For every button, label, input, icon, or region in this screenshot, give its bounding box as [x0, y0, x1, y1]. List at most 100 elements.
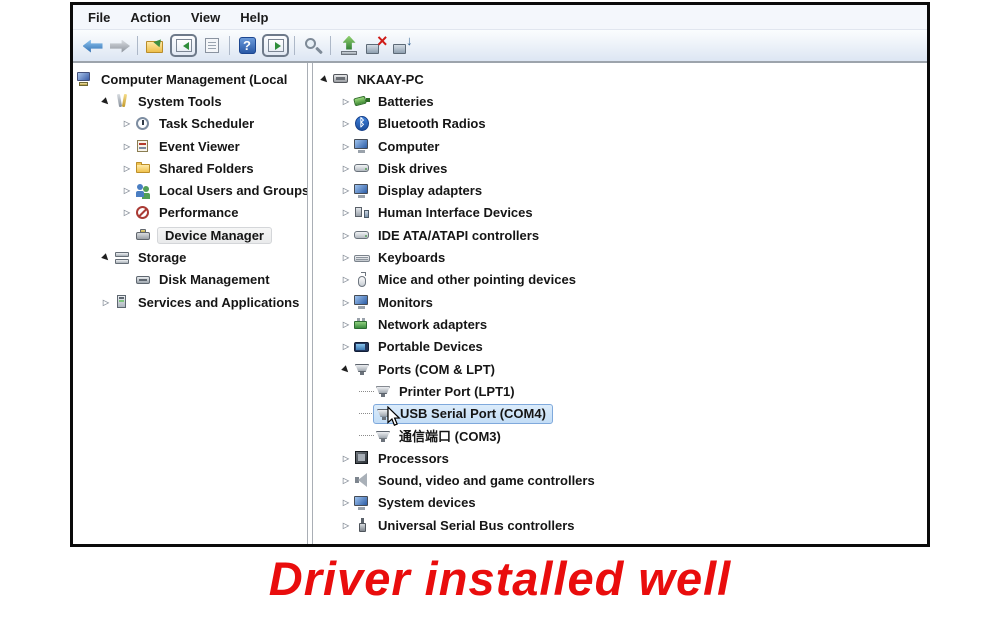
tree-item-computer[interactable]: Computer	[313, 135, 927, 157]
expand-arrow-icon[interactable]	[338, 142, 354, 151]
tree-item-processors[interactable]: Processors	[313, 447, 927, 469]
tree-item-sound-video-and-game-controllers[interactable]: Sound, video and game controllers	[313, 469, 927, 491]
update-driver-button[interactable]	[336, 34, 361, 58]
collapse-arrow-icon[interactable]	[317, 75, 333, 84]
collapse-arrow-icon[interactable]	[98, 97, 114, 106]
expand-arrow-icon[interactable]	[119, 208, 135, 217]
tree-item-disk-management[interactable]: Disk Management	[73, 269, 307, 291]
tree-item-usb-serial-port-com4[interactable]: USB Serial Port (COM4)	[313, 402, 927, 424]
expand-arrow-icon[interactable]	[338, 320, 354, 329]
tree-item-ports-com-lpt[interactable]: Ports (COM & LPT)	[313, 358, 927, 380]
tree-item-human-interface-devices[interactable]: Human Interface Devices	[313, 202, 927, 224]
tree-item-computer-management-local[interactable]: Computer Management (Local	[73, 68, 307, 90]
tree-item-label: Monitors	[378, 294, 433, 310]
expand-arrow-icon[interactable]	[119, 186, 135, 195]
tree-item-shared-folders[interactable]: Shared Folders	[73, 157, 307, 179]
toolbar-separator	[229, 36, 230, 55]
tree-item-label: Services and Applications	[138, 294, 300, 310]
collapse-arrow-icon[interactable]	[98, 253, 114, 262]
expand-arrow-icon[interactable]	[119, 142, 135, 151]
tree-item-ide-ata-atapi-controllers[interactable]: IDE ATA/ATAPI controllers	[313, 224, 927, 246]
expand-arrow-icon[interactable]	[338, 298, 354, 307]
forward-arrow-button[interactable]	[107, 34, 132, 58]
expand-arrow-icon[interactable]	[338, 454, 354, 463]
help-icon	[237, 35, 259, 57]
folder22-icon	[135, 160, 152, 176]
tree-item-label: Ports (COM & LPT)	[378, 361, 495, 377]
tree-item-universal-serial-bus-controllers[interactable]: Universal Serial Bus controllers	[313, 514, 927, 536]
tree-item-label: Portable Devices	[378, 339, 483, 355]
tree-item-label: Computer	[378, 138, 440, 154]
net-icon	[354, 316, 371, 332]
expand-arrow-icon[interactable]	[338, 342, 354, 351]
tree-item-network-adapters[interactable]: Network adapters	[313, 313, 927, 335]
update-driver-icon	[338, 35, 360, 57]
tree-item-system-tools[interactable]: System Tools	[73, 90, 307, 112]
menu-item-file[interactable]: File	[79, 8, 121, 27]
tree-item-batteries[interactable]: Batteries	[313, 90, 927, 112]
tree-item-system-devices[interactable]: System devices	[313, 492, 927, 514]
menu-item-help[interactable]: Help	[231, 8, 279, 27]
toolbar-separator	[294, 36, 295, 55]
expand-arrow-icon[interactable]	[338, 186, 354, 195]
expand-arrow-icon[interactable]	[338, 208, 354, 217]
tree-item-monitors[interactable]: Monitors	[313, 291, 927, 313]
expand-arrow-icon[interactable]	[338, 253, 354, 262]
tree-item-services-and-applications[interactable]: Services and Applications	[73, 291, 307, 313]
tree-item-portable-devices[interactable]: Portable Devices	[313, 336, 927, 358]
uninstall-device-button[interactable]	[363, 32, 388, 58]
tree-item-label: Network adapters	[378, 316, 488, 332]
show-console-tree-button[interactable]	[170, 34, 197, 57]
tree-item-label: NKAAY-PC	[357, 71, 424, 87]
tree-item-bluetooth-radios[interactable]: Bluetooth Radios	[313, 113, 927, 135]
help-button[interactable]	[235, 34, 260, 58]
search-computer-button[interactable]	[300, 34, 325, 58]
tree-item-nkaay-pc[interactable]: NKAAY-PC	[313, 68, 927, 90]
back-arrow-button[interactable]	[80, 34, 105, 58]
tree-item-device-manager[interactable]: Device Manager	[73, 224, 307, 246]
forward-arrow-icon	[109, 35, 131, 57]
expand-arrow-icon[interactable]	[98, 298, 114, 307]
hid-icon	[354, 205, 371, 221]
tree-item-disk-drives[interactable]: Disk drives	[313, 157, 927, 179]
menu-item-action[interactable]: Action	[121, 8, 181, 27]
tree-item-local-users-and-groups[interactable]: Local Users and Groups	[73, 179, 307, 201]
search-computer-icon	[302, 35, 324, 57]
tree-connector	[359, 435, 374, 437]
show-action-pane-button[interactable]	[262, 34, 289, 57]
tree-item-display-adapters[interactable]: Display adapters	[313, 179, 927, 201]
tree-item-com3[interactable]: 通信端口 (COM3)	[313, 425, 927, 447]
tree-item-label: Disk Management	[159, 272, 270, 288]
tree-item-keyboards[interactable]: Keyboards	[313, 246, 927, 268]
perf-icon	[135, 205, 152, 221]
collapse-arrow-icon[interactable]	[338, 365, 354, 374]
properties-list-button[interactable]	[199, 34, 224, 58]
new-window-folder-button[interactable]	[143, 34, 168, 58]
tree-item-storage[interactable]: Storage	[73, 246, 307, 268]
menu-item-view[interactable]: View	[182, 8, 231, 27]
expand-arrow-icon[interactable]	[338, 476, 354, 485]
expand-arrow-icon[interactable]	[119, 119, 135, 128]
tree-item-mice-and-other-pointing-devices[interactable]: Mice and other pointing devices	[313, 269, 927, 291]
tree-item-label: Device Manager	[165, 227, 264, 243]
tree-item-event-viewer[interactable]: Event Viewer	[73, 135, 307, 157]
scan-hardware-changes-icon	[392, 33, 414, 57]
tree-item-performance[interactable]: Performance	[73, 202, 307, 224]
expand-arrow-icon[interactable]	[338, 231, 354, 240]
expand-arrow-icon[interactable]	[338, 164, 354, 173]
expand-arrow-icon[interactable]	[338, 498, 354, 507]
users-icon	[135, 183, 152, 199]
tree-connector	[359, 413, 374, 415]
expand-arrow-icon[interactable]	[119, 164, 135, 173]
portable-icon	[354, 339, 371, 355]
pc-icon	[354, 138, 371, 154]
expand-arrow-icon[interactable]	[338, 119, 354, 128]
tree-item-printer-port-lpt1[interactable]: Printer Port (LPT1)	[313, 380, 927, 402]
expand-arrow-icon[interactable]	[338, 275, 354, 284]
tree-item-label: USB Serial Port (COM4)	[400, 406, 546, 422]
scan-hardware-changes-button[interactable]	[390, 33, 415, 58]
tree-item-task-scheduler[interactable]: Task Scheduler	[73, 113, 307, 135]
expand-arrow-icon[interactable]	[338, 521, 354, 530]
expand-arrow-icon[interactable]	[338, 97, 354, 106]
usb-icon	[354, 517, 371, 533]
